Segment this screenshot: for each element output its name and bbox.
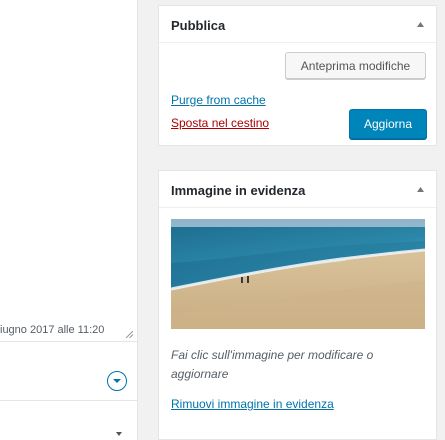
- caret-up-icon[interactable]: [417, 22, 424, 27]
- remove-featured-image-link[interactable]: Rimuovi immagine in evidenza: [171, 397, 334, 411]
- caret-down-icon[interactable]: [116, 431, 122, 437]
- featured-image-box-header[interactable]: Immagine in evidenza: [159, 171, 436, 208]
- featured-image-hint: Fai clic sull'immagine per modificare o …: [171, 348, 374, 381]
- update-button[interactable]: Aggiorna: [349, 109, 427, 139]
- preview-changes-button[interactable]: Anteprima modifiche: [285, 52, 426, 79]
- resize-handle-icon[interactable]: [126, 331, 133, 338]
- caret-up-icon[interactable]: [417, 187, 424, 192]
- purge-cache-link[interactable]: Purge from cache: [171, 93, 266, 107]
- date-field[interactable]: iugno 2017 alle 11:20: [0, 319, 137, 341]
- publish-box-header[interactable]: Pubblica: [159, 6, 436, 43]
- date-text: iugno 2017 alle 11:20: [0, 324, 105, 336]
- publish-box: Pubblica Anteprima modifiche Purge from …: [158, 5, 437, 146]
- editor-column: iugno 2017 alle 11:20: [0, 0, 138, 440]
- publish-box-title: Pubblica: [171, 18, 226, 33]
- featured-image-box-title: Immagine in evidenza: [171, 183, 306, 198]
- divider: [0, 341, 137, 342]
- divider: [0, 400, 137, 401]
- move-to-trash-link[interactable]: Sposta nel cestino: [171, 116, 269, 130]
- circle-chevron-down-icon[interactable]: [107, 371, 127, 391]
- featured-image-thumbnail[interactable]: [171, 219, 425, 329]
- featured-image-box: Immagine in evidenza Fai clic sull'immag…: [158, 170, 437, 440]
- beach-image: [171, 219, 425, 329]
